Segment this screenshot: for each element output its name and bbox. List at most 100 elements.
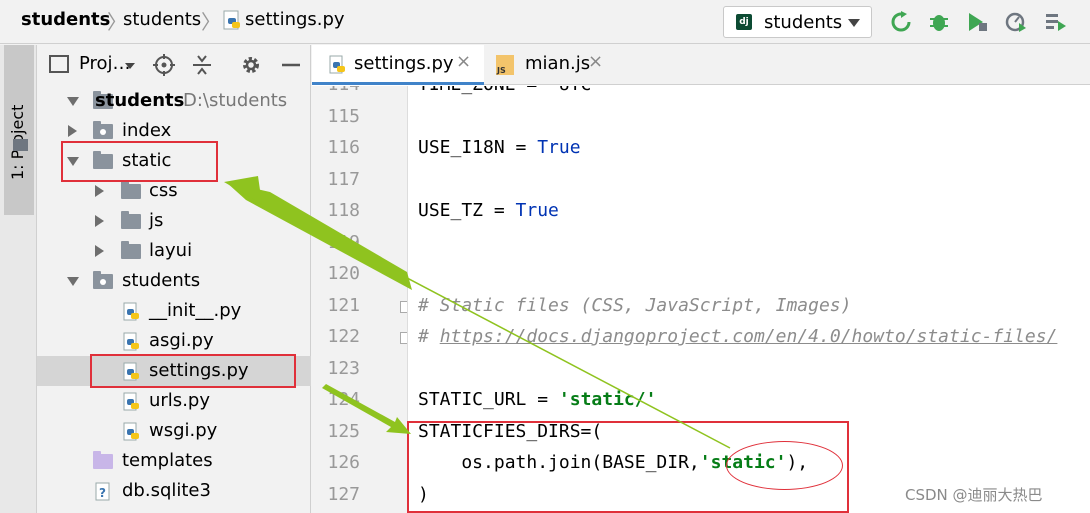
close-icon[interactable]: ×	[456, 51, 471, 72]
tree-item-wsgi-py[interactable]: wsgi.py	[37, 416, 311, 446]
annotation-ellipse-static	[726, 441, 843, 490]
fold-marker-icon[interactable]	[400, 301, 407, 313]
collapse-icon[interactable]	[191, 54, 213, 76]
debug-icon[interactable]	[928, 11, 950, 33]
breadcrumb-package[interactable]: students	[123, 9, 201, 30]
tree-item-label: js	[149, 210, 164, 231]
line-number: 125	[327, 421, 360, 442]
tree-item-layui[interactable]: layui	[37, 236, 311, 266]
tree-item-db-sqlite3[interactable]: ? db.sqlite3	[37, 476, 311, 506]
folder-icon	[93, 121, 113, 139]
rerun-icon[interactable]	[890, 11, 912, 33]
project-panel: Proj… students D:\students index static …	[37, 45, 311, 513]
code-line-118: USE_TZ = True	[418, 200, 559, 221]
expand-arrow-icon[interactable]	[95, 215, 104, 227]
python-file-icon	[123, 332, 139, 351]
line-number: 115	[327, 106, 360, 127]
folder-icon	[13, 139, 28, 151]
editor-tab-bar: settings.py × JS mian.js ×	[312, 45, 1090, 85]
line-number: 118	[327, 200, 360, 221]
tree-item-js[interactable]: js	[37, 206, 311, 236]
project-view-selector[interactable]: Proj…	[79, 53, 131, 74]
tab-label: mian.js	[525, 53, 591, 74]
folder-icon	[93, 271, 113, 289]
project-view-icon	[49, 55, 69, 73]
line-number: 126	[327, 452, 360, 473]
tree-item-label: layui	[149, 240, 193, 261]
expand-arrow-icon[interactable]	[95, 185, 104, 197]
tree-item-urls-py[interactable]: urls.py	[37, 386, 311, 416]
project-panel-header: Proj…	[37, 45, 311, 85]
line-number: 116	[327, 137, 360, 158]
tree-item-label: templates	[122, 450, 213, 471]
coverage-icon[interactable]	[966, 11, 988, 33]
minimize-icon[interactable]	[280, 54, 302, 76]
line-number: 120	[327, 263, 360, 284]
line-number: 124	[327, 389, 360, 410]
navigation-bar: students 〉 students 〉 settings.py dj stu…	[0, 0, 1090, 44]
tab-settings-py[interactable]: settings.py ×	[312, 45, 484, 85]
tool-window-strip: 1: Project	[0, 45, 37, 513]
locate-icon[interactable]	[153, 54, 175, 76]
tree-item-init-py[interactable]: __init__.py	[37, 296, 311, 326]
tree-item-label: db.sqlite3	[122, 480, 211, 501]
gear-icon[interactable]	[240, 54, 262, 76]
tree-item-label: __init__.py	[149, 300, 242, 321]
annotation-box-static	[61, 141, 218, 182]
code-line-116: USE_I18N = True	[418, 137, 581, 158]
python-file-icon	[123, 392, 139, 411]
expand-arrow-icon[interactable]	[95, 245, 104, 257]
tree-item-root[interactable]: students D:\students	[37, 86, 311, 116]
tree-item-label: wsgi.py	[149, 420, 218, 441]
tree-item-label: students	[122, 270, 201, 291]
tab-mian-js[interactable]: JS mian.js ×	[485, 45, 610, 85]
breadcrumb-separator: 〉	[201, 10, 221, 34]
expand-arrow-icon[interactable]	[67, 97, 79, 106]
project-tool-tab[interactable]: 1: Project	[4, 45, 34, 215]
line-number: 127	[327, 484, 360, 505]
python-file-icon	[329, 55, 345, 74]
line-number: 119	[327, 232, 360, 253]
tree-item-label: index	[122, 120, 172, 141]
breadcrumb-project[interactable]: students	[21, 9, 110, 30]
code-line-122: # https://docs.djangoproject.com/en/4.0/…	[418, 326, 1058, 347]
js-file-icon: JS	[496, 55, 514, 75]
code-line-121: # Static files (CSS, JavaScript, Images)	[418, 295, 852, 316]
fold-marker-icon[interactable]	[400, 332, 407, 344]
profile-icon[interactable]	[1005, 11, 1027, 33]
watermark: CSDN @迪丽大热巴	[905, 486, 1043, 504]
line-number: 122	[327, 326, 360, 347]
tree-item-label: css	[149, 180, 178, 201]
breadcrumb-file[interactable]: settings.py	[245, 9, 345, 30]
chevron-down-icon[interactable]	[125, 63, 135, 69]
close-icon[interactable]: ×	[588, 51, 603, 72]
folder-icon	[121, 211, 141, 229]
folder-icon	[121, 241, 141, 259]
line-number-gutter: 114 115 116 117 118 119 120 121 122 123 …	[312, 86, 408, 513]
run-configuration-label: students	[764, 12, 843, 33]
expand-arrow-icon[interactable]	[68, 125, 77, 137]
folder-icon	[121, 181, 141, 199]
run-list-icon[interactable]	[1045, 11, 1067, 33]
tree-item-students[interactable]: students	[37, 266, 311, 296]
expand-arrow-icon[interactable]	[67, 277, 79, 286]
svg-text:?: ?	[99, 486, 106, 500]
python-file-icon	[123, 422, 139, 441]
annotation-box-settings	[90, 354, 296, 388]
tree-item-label: asgi.py	[149, 330, 214, 351]
line-number: 121	[327, 295, 360, 316]
run-configuration-selector[interactable]: dj students	[723, 6, 872, 38]
django-icon: dj	[736, 14, 752, 30]
folder-icon	[93, 451, 113, 469]
database-file-icon: ?	[95, 482, 110, 501]
line-number: 117	[327, 169, 360, 190]
code-line-124: STATIC_URL = 'static/'	[418, 389, 657, 410]
line-number: 123	[327, 358, 360, 379]
chevron-down-icon	[848, 19, 860, 27]
tab-label: settings.py	[354, 53, 454, 74]
tree-item-templates[interactable]: templates	[37, 446, 311, 476]
line-number: 114	[320, 86, 360, 95]
code-line-114: TIME_ZONE = 'UTC'	[418, 86, 602, 95]
tree-item-asgi-py[interactable]: asgi.py	[37, 326, 311, 356]
tree-item-path: D:\students	[183, 90, 288, 111]
